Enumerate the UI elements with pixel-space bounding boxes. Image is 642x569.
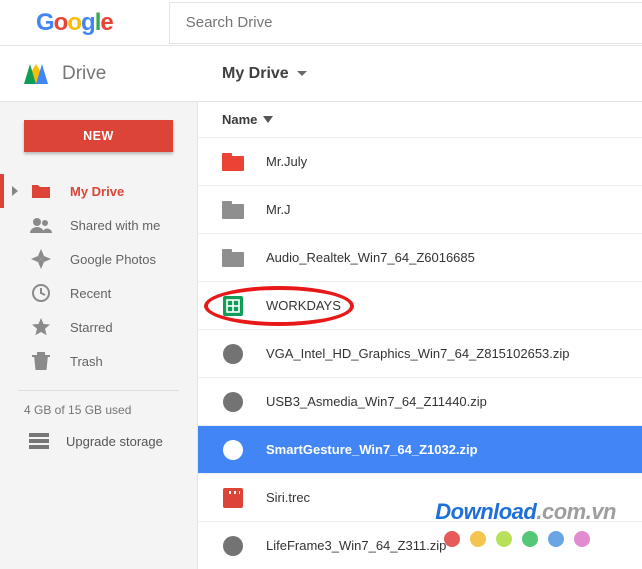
file-row[interactable]: SmartGesture_Win7_64_Z1032.zip xyxy=(198,425,642,473)
file-name: LifeFrame3_Win7_64_Z311.zip xyxy=(266,538,446,553)
logo-bar: Google xyxy=(0,0,642,46)
drive-title: Drive xyxy=(62,63,106,85)
file-row[interactable]: Mr.J xyxy=(198,185,642,233)
siri-icon xyxy=(222,487,244,509)
file-name: Mr.July xyxy=(266,154,307,169)
active-indicator xyxy=(0,174,4,208)
file-row[interactable]: WORKDAYS xyxy=(198,281,642,329)
column-header-label: Name xyxy=(222,112,257,127)
sidebar: NEW My Drive Shared with me Google Photo… xyxy=(0,102,198,569)
file-list: Mr.July Mr.J Audio_Realtek_Win7_64_Z601668… xyxy=(198,137,642,569)
file-pane: Name Mr.July Mr.J Audio_Realtek_Win7_64_Z6… xyxy=(198,102,642,569)
file-name: VGA_Intel_HD_Graphics_Win7_64_Z815102653… xyxy=(266,346,570,361)
sub-header: Drive My Drive xyxy=(0,46,642,102)
column-header-name[interactable]: Name xyxy=(198,102,642,137)
storage-usage-text: 4 GB of 15 GB used xyxy=(0,403,197,417)
sort-descending-icon xyxy=(263,116,273,123)
sidebar-item-label: My Drive xyxy=(70,184,124,199)
file-name: USB3_Asmedia_Win7_64_Z11440.zip xyxy=(266,394,487,409)
location-label: My Drive xyxy=(222,65,289,83)
main: NEW My Drive Shared with me Google Photo… xyxy=(0,102,642,569)
file-name: Audio_Realtek_Win7_64_Z6016685 xyxy=(266,250,475,265)
drive-brand[interactable]: Drive xyxy=(0,63,198,85)
zip-icon xyxy=(222,391,244,413)
photos-icon xyxy=(30,249,52,269)
file-row[interactable]: USB3_Asmedia_Win7_64_Z11440.zip xyxy=(198,377,642,425)
search-input[interactable] xyxy=(186,14,642,31)
file-name: SmartGesture_Win7_64_Z1032.zip xyxy=(266,442,478,457)
clock-icon xyxy=(30,283,52,303)
file-row[interactable]: Audio_Realtek_Win7_64_Z6016685 xyxy=(198,233,642,281)
sidebar-item-recent[interactable]: Recent xyxy=(0,276,197,310)
folder-grey-icon xyxy=(222,199,244,221)
sheets-icon xyxy=(222,295,244,317)
zip-icon xyxy=(222,343,244,365)
upgrade-storage-link[interactable]: Upgrade storage xyxy=(0,431,197,451)
file-row[interactable]: VGA_Intel_HD_Graphics_Win7_64_Z815102653… xyxy=(198,329,642,377)
sidebar-item-my-drive[interactable]: My Drive xyxy=(0,174,197,208)
file-row[interactable]: Mr.July xyxy=(198,137,642,185)
folder-grey-icon xyxy=(222,247,244,269)
breadcrumb-location[interactable]: My Drive xyxy=(198,65,307,83)
tree-expand-icon[interactable] xyxy=(12,186,18,196)
sidebar-item-label: Shared with me xyxy=(70,218,160,233)
file-name: Mr.J xyxy=(266,202,291,217)
zip-icon xyxy=(222,439,244,461)
sidebar-item-label: Trash xyxy=(70,354,103,369)
people-icon xyxy=(30,215,52,235)
trash-icon xyxy=(30,351,52,371)
drive-logo-icon xyxy=(24,64,48,84)
star-icon xyxy=(30,317,52,337)
chevron-down-icon xyxy=(297,71,307,76)
new-button[interactable]: NEW xyxy=(24,120,173,152)
search-box[interactable] xyxy=(169,2,642,44)
file-name: Siri.trec xyxy=(266,490,310,505)
file-name: WORKDAYS xyxy=(266,298,341,313)
upgrade-label: Upgrade storage xyxy=(66,434,163,449)
sidebar-item-shared[interactable]: Shared with me xyxy=(0,208,197,242)
sidebar-item-label: Recent xyxy=(70,286,111,301)
storage-icon xyxy=(28,431,50,451)
sidebar-item-label: Starred xyxy=(70,320,113,335)
folder-icon xyxy=(30,181,52,201)
folder-red-icon xyxy=(222,151,244,173)
file-row[interactable]: LifeFrame3_Win7_64_Z311.zip xyxy=(198,521,642,569)
google-logo: Google xyxy=(36,9,113,37)
file-row[interactable]: Siri.trec xyxy=(198,473,642,521)
sidebar-item-trash[interactable]: Trash xyxy=(0,344,197,378)
zip-icon xyxy=(222,535,244,557)
sidebar-divider xyxy=(18,390,179,391)
sidebar-item-label: Google Photos xyxy=(70,252,156,267)
sidebar-item-starred[interactable]: Starred xyxy=(0,310,197,344)
sidebar-item-photos[interactable]: Google Photos xyxy=(0,242,197,276)
